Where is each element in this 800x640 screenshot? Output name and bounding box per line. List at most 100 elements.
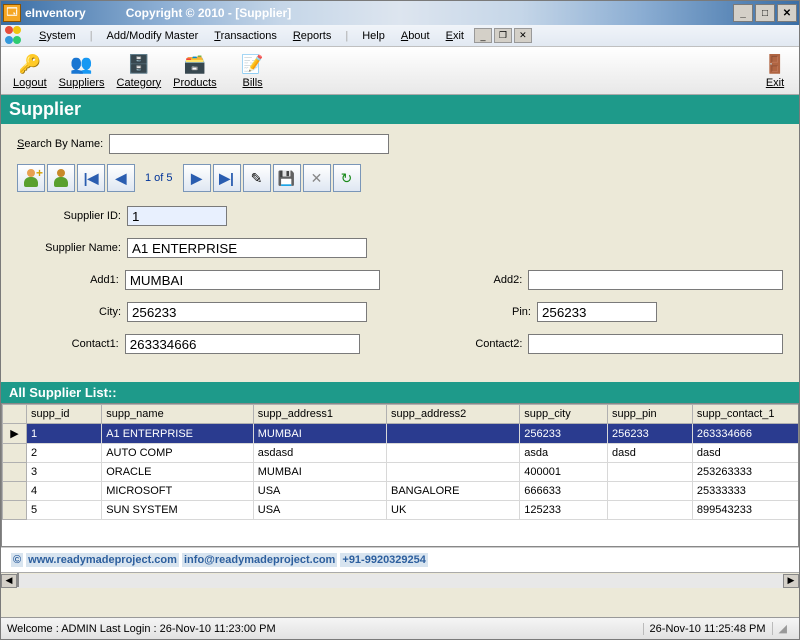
delete-record-button[interactable]: ✕ — [303, 164, 331, 192]
exit-door-icon: 🚪 — [763, 53, 787, 77]
toolbar-category-button[interactable]: 🗄️ Category — [111, 51, 168, 91]
cell-supp_pin[interactable]: 256233 — [608, 424, 693, 444]
horizontal-scrollbar[interactable]: ◀ ▶ — [1, 572, 799, 588]
cell-supp_pin[interactable] — [608, 482, 693, 501]
col-supp-city[interactable]: supp_city — [520, 405, 608, 424]
toolbar-bills-button[interactable]: 📝 Bills — [235, 51, 271, 91]
save-record-button[interactable]: 💾 — [273, 164, 301, 192]
menu-about[interactable]: About — [393, 30, 438, 42]
scroll-right-button[interactable]: ▶ — [783, 574, 799, 588]
cell-supp_address1[interactable]: USA — [253, 501, 386, 520]
table-row[interactable]: 3ORACLEMUMBAI 400001 253263333 — [3, 463, 800, 482]
edit-record-button[interactable]: ✎ — [243, 164, 271, 192]
cell-supp_city[interactable]: 125233 — [520, 501, 608, 520]
cell-supp_contact_1[interactable]: dasd — [692, 444, 799, 463]
toolbar-products-button[interactable]: 🗃️ Products — [167, 51, 222, 91]
table-row[interactable]: 5SUN SYSTEMUSAUK125233 899543233 — [3, 501, 800, 520]
cell-supp_id[interactable]: 3 — [27, 463, 102, 482]
cell-supp_id[interactable]: 1 — [27, 424, 102, 444]
cell-supp_city[interactable]: 400001 — [520, 463, 608, 482]
menu-reports[interactable]: Reports — [285, 30, 340, 42]
new-record-button[interactable]: + — [17, 164, 45, 192]
toolbar-suppliers-button[interactable]: 👥 Suppliers — [53, 51, 111, 91]
row-indicator[interactable]: ▶ — [3, 424, 27, 444]
menu-exit[interactable]: Exit — [438, 30, 472, 42]
maximize-button[interactable]: □ — [755, 4, 775, 22]
cell-supp_pin[interactable]: dasd — [608, 444, 693, 463]
close-button[interactable]: ✕ — [777, 4, 797, 22]
prev-record-button[interactable]: ◀ — [107, 164, 135, 192]
row-indicator[interactable] — [3, 482, 27, 501]
row-indicator[interactable] — [3, 444, 27, 463]
footer-email[interactable]: info@readymadeproject.com — [182, 553, 337, 567]
cell-supp_name[interactable]: ORACLE — [102, 463, 254, 482]
footer-url[interactable]: www.readymadeproject.com — [26, 553, 179, 567]
cell-supp_city[interactable]: asda — [520, 444, 608, 463]
cell-supp_pin[interactable] — [608, 501, 693, 520]
cell-supp_id[interactable]: 4 — [27, 482, 102, 501]
row-indicator[interactable] — [3, 501, 27, 520]
cell-supp_address1[interactable]: MUMBAI — [253, 463, 386, 482]
cell-supp_name[interactable]: AUTO COMP — [102, 444, 254, 463]
col-supp-address2[interactable]: supp_address2 — [387, 405, 520, 424]
city-input[interactable] — [127, 302, 367, 322]
cell-supp_id[interactable]: 5 — [27, 501, 102, 520]
minimize-button[interactable]: _ — [733, 4, 753, 22]
cell-supp_contact_1[interactable]: 25333333 — [692, 482, 799, 501]
scroll-thumb[interactable] — [17, 573, 19, 587]
contact1-input[interactable] — [125, 334, 360, 354]
cell-supp_address2[interactable]: UK — [387, 501, 520, 520]
cell-supp_address2[interactable] — [387, 444, 520, 463]
search-row: Search By Name: — [11, 130, 789, 158]
col-supp-name[interactable]: supp_name — [102, 405, 254, 424]
col-supp-pin[interactable]: supp_pin — [608, 405, 693, 424]
menu-transactions[interactable]: Transactions — [206, 30, 285, 42]
cell-supp_address2[interactable] — [387, 424, 520, 444]
supplier-name-input[interactable] — [127, 238, 367, 258]
supplier-form: Supplier ID: Supplier Name: Add1: Add2: … — [11, 194, 789, 370]
cell-supp_contact_1[interactable]: 899543233 — [692, 501, 799, 520]
col-supp-contact1[interactable]: supp_contact_1 — [692, 405, 799, 424]
cell-supp_city[interactable]: 256233 — [520, 424, 608, 444]
user-button[interactable] — [47, 164, 75, 192]
menu-system[interactable]: System — [31, 30, 84, 42]
col-supp-address1[interactable]: supp_address1 — [253, 405, 386, 424]
contact2-input[interactable] — [528, 334, 783, 354]
cell-supp_address1[interactable]: USA — [253, 482, 386, 501]
cell-supp_address1[interactable]: asdasd — [253, 444, 386, 463]
cell-supp_contact_1[interactable]: 263334666 — [692, 424, 799, 444]
toolbar-logout-button[interactable]: 🔑 Logout — [7, 51, 53, 91]
cell-supp_id[interactable]: 2 — [27, 444, 102, 463]
mdi-close-button[interactable]: ✕ — [514, 28, 532, 43]
menu-help[interactable]: Help — [354, 30, 393, 42]
cell-supp_contact_1[interactable]: 253263333 — [692, 463, 799, 482]
table-row[interactable]: ▶1A1 ENTERPRISEMUMBAI2562332562332633346… — [3, 424, 800, 444]
supplier-grid[interactable]: supp_id supp_name supp_address1 supp_add… — [1, 403, 799, 547]
refresh-button[interactable]: ↻ — [333, 164, 361, 192]
first-record-button[interactable]: |◀ — [77, 164, 105, 192]
row-indicator[interactable] — [3, 463, 27, 482]
supplier-id-input[interactable] — [127, 206, 227, 226]
table-row[interactable]: 4MICROSOFTUSABANGALORE666633253333333 — [3, 482, 800, 501]
cell-supp_name[interactable]: MICROSOFT — [102, 482, 254, 501]
mdi-minimize-button[interactable]: _ — [474, 28, 492, 43]
add1-input[interactable] — [125, 270, 380, 290]
cell-supp_address2[interactable] — [387, 463, 520, 482]
toolbar-exit-button[interactable]: 🚪 Exit — [757, 51, 793, 91]
cell-supp_name[interactable]: A1 ENTERPRISE — [102, 424, 254, 444]
menu-add-modify[interactable]: Add/Modify Master — [99, 30, 207, 42]
pin-input[interactable] — [537, 302, 657, 322]
last-record-button[interactable]: ▶| — [213, 164, 241, 192]
cell-supp_pin[interactable] — [608, 463, 693, 482]
cell-supp_city[interactable]: 666633 — [520, 482, 608, 501]
next-record-button[interactable]: ▶ — [183, 164, 211, 192]
cell-supp_address2[interactable]: BANGALORE — [387, 482, 520, 501]
col-supp-id[interactable]: supp_id — [27, 405, 102, 424]
cell-supp_address1[interactable]: MUMBAI — [253, 424, 386, 444]
scroll-left-button[interactable]: ◀ — [1, 574, 17, 588]
search-input[interactable] — [109, 134, 389, 154]
cell-supp_name[interactable]: SUN SYSTEM — [102, 501, 254, 520]
mdi-restore-button[interactable]: ❐ — [494, 28, 512, 43]
table-row[interactable]: 2AUTO COMPasdasdasdadasddasd — [3, 444, 800, 463]
add2-input[interactable] — [528, 270, 783, 290]
